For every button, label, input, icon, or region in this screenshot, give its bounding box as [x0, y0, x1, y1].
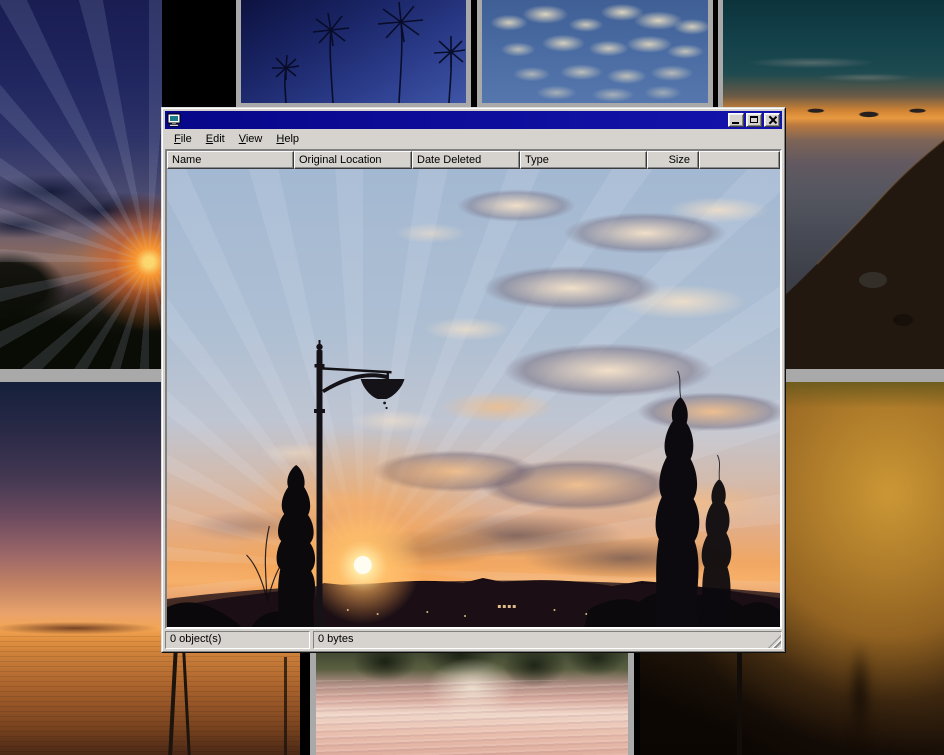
menu-file[interactable]: File: [167, 131, 199, 148]
water-ripples: [0, 636, 300, 755]
menu-edit[interactable]: Edit: [199, 131, 232, 148]
close-icon: [768, 116, 776, 124]
desktop: File Edit View Help Name Original Locati…: [0, 0, 944, 755]
right-tall-tree-2: [702, 479, 732, 627]
maximize-button[interactable]: [746, 113, 762, 127]
menu-view[interactable]: View: [232, 131, 270, 148]
menubar: File Edit View Help: [165, 129, 782, 149]
statusbar: 0 object(s) 0 bytes: [165, 631, 782, 649]
minimize-icon: [732, 122, 739, 124]
column-header-row: Name Original Location Date Deleted Type…: [167, 151, 780, 169]
computer-icon: [167, 113, 181, 127]
column-header-blank: [699, 151, 780, 169]
window-frame: File Edit View Help Name Original Locati…: [162, 108, 785, 652]
sunset-scene-silhouettes: [167, 169, 780, 627]
status-size: 0 bytes: [313, 631, 782, 649]
titlebar[interactable]: [165, 111, 782, 129]
window-controls: [726, 113, 780, 127]
column-header-type[interactable]: Type: [520, 151, 647, 169]
column-header-date-deleted[interactable]: Date Deleted: [412, 151, 520, 169]
wallpaper-photo-clouds: [477, 0, 713, 108]
wallpaper-photo-dried-flowers: [236, 0, 471, 108]
recycle-bin-window: File Edit View Help Name Original Locati…: [161, 107, 786, 653]
cypress-tree: [277, 465, 315, 627]
water-pole: [284, 657, 287, 755]
column-header-name[interactable]: Name: [167, 151, 294, 169]
wallpaper-photo-sunrays: [0, 0, 162, 369]
status-object-count: 0 object(s): [165, 631, 310, 649]
column-header-original-location[interactable]: Original Location: [294, 151, 412, 169]
right-tall-tree-1: [656, 397, 700, 627]
maximize-icon: [750, 116, 758, 123]
blurred-pole: [845, 632, 875, 755]
file-list-area[interactable]: Name Original Location Date Deleted Type…: [165, 149, 782, 629]
column-header-size[interactable]: Size: [647, 151, 699, 169]
close-button[interactable]: [764, 113, 780, 127]
sunset-wallpaper-image: [167, 169, 780, 627]
lamp-post-silhouette: [737, 645, 742, 755]
reflection-ripples: [316, 680, 628, 755]
menu-help[interactable]: Help: [269, 131, 306, 148]
flower-silhouettes: [241, 0, 466, 103]
minimize-button[interactable]: [728, 113, 744, 127]
